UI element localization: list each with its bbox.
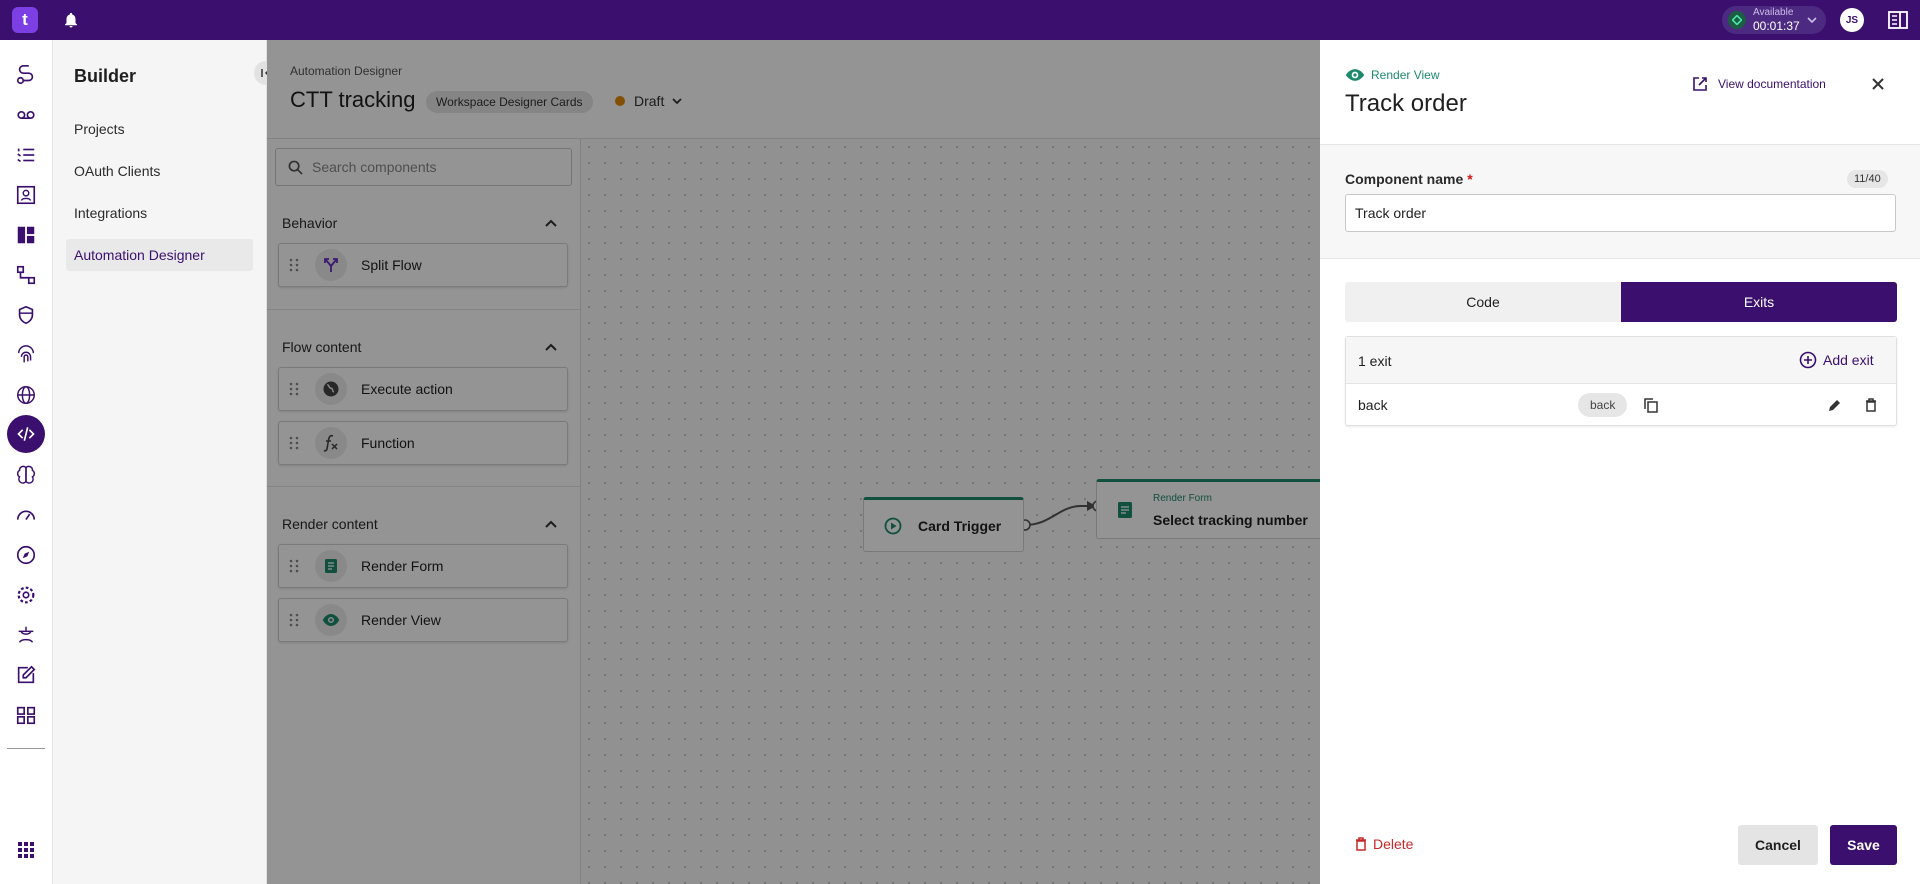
icon-rail — [0, 40, 53, 884]
compass-icon[interactable] — [13, 542, 39, 568]
component-name-label: Component name * — [1345, 171, 1473, 187]
required-mark: * — [1467, 171, 1473, 187]
trash-icon — [1866, 398, 1876, 412]
agent-icon[interactable] — [13, 622, 39, 648]
external-link-icon — [1693, 77, 1707, 91]
side-panel-icon[interactable] — [1888, 11, 1908, 29]
routing-icon[interactable] — [13, 62, 39, 88]
chevron-down-icon — [1807, 17, 1817, 24]
nav-item-automation-designer[interactable]: Automation Designer — [66, 239, 253, 271]
char-counter: 11/40 — [1847, 170, 1888, 188]
delete-label: Delete — [1373, 836, 1414, 852]
bell-icon[interactable] — [62, 11, 80, 29]
exit-tag: back — [1578, 393, 1628, 417]
close-button[interactable] — [1868, 74, 1888, 94]
nav-item-integrations[interactable]: Integrations — [66, 197, 253, 229]
pencil-icon — [1829, 400, 1840, 411]
component-name-field[interactable] — [1345, 194, 1896, 232]
diamond-icon — [1728, 11, 1746, 29]
gear-icon[interactable] — [13, 582, 39, 608]
voicemail-icon[interactable] — [13, 102, 39, 128]
brain-icon[interactable] — [13, 462, 39, 488]
code-icon[interactable] — [7, 415, 45, 453]
avatar[interactable]: JS — [1840, 8, 1864, 32]
exit-name: back — [1358, 397, 1388, 413]
nav-item-projects[interactable]: Projects — [66, 113, 253, 145]
delete-exit-button[interactable] — [1862, 396, 1880, 414]
add-exit-label: Add exit — [1823, 352, 1874, 368]
exits-panel: 1 exit Add exit back back — [1345, 336, 1897, 426]
exits-count: 1 exit — [1358, 353, 1392, 369]
flow-icon[interactable] — [13, 262, 39, 288]
modal-backdrop[interactable] — [267, 40, 1320, 884]
status-timer: 00:01:37 — [1753, 19, 1800, 33]
code-exits-toggle: Code Exits — [1345, 282, 1897, 322]
tab-code[interactable]: Code — [1345, 282, 1621, 322]
fingerprint-icon[interactable] — [13, 342, 39, 368]
speed-icon[interactable] — [13, 502, 39, 528]
globe-icon[interactable] — [13, 382, 39, 408]
view-documentation-link[interactable]: View documentation — [1692, 76, 1826, 92]
shield-icon[interactable] — [13, 302, 39, 328]
status-label: Available — [1753, 7, 1794, 18]
component-drawer: Render View Track order View documentati… — [1320, 40, 1920, 884]
component-name-section: Component name * 11/40 — [1320, 145, 1920, 259]
nav-title: Builder — [74, 66, 137, 86]
save-button[interactable]: Save — [1830, 825, 1897, 865]
drawer-title: Track order — [1345, 90, 1467, 117]
apps-icon[interactable] — [13, 837, 39, 863]
close-icon — [1872, 78, 1884, 90]
trash-icon — [1356, 837, 1366, 851]
exits-header: 1 exit Add exit — [1346, 337, 1896, 384]
add-circle-icon — [1799, 351, 1817, 369]
cancel-button[interactable]: Cancel — [1738, 825, 1818, 865]
top-bar: t Available 00:01:37 JS — [0, 0, 1920, 40]
doc-link-label: View documentation — [1718, 77, 1826, 91]
component-type-label: Render View — [1371, 68, 1440, 82]
exit-row: back back — [1346, 384, 1896, 426]
copy-icon — [1644, 397, 1658, 413]
availability-status[interactable]: Available 00:01:37 — [1722, 6, 1826, 34]
list-icon[interactable] — [13, 142, 39, 168]
dashboard-icon[interactable] — [13, 222, 39, 248]
component-type: Render View — [1345, 68, 1439, 82]
eye-icon — [1345, 69, 1365, 81]
edit-icon[interactable] — [13, 662, 39, 688]
drawer-header: Render View Track order View documentati… — [1320, 40, 1920, 145]
edit-exit-button[interactable] — [1826, 396, 1844, 414]
copy-button[interactable] — [1642, 396, 1660, 414]
add-exit-button[interactable]: Add exit — [1799, 351, 1874, 369]
contacts-icon[interactable] — [13, 182, 39, 208]
rail-divider — [7, 748, 45, 749]
delete-button[interactable]: Delete — [1355, 836, 1413, 852]
app-logo[interactable]: t — [12, 7, 38, 33]
nav-item-oauth-clients[interactable]: OAuth Clients — [66, 155, 253, 187]
builder-nav: Builder Projects OAuth Clients Integrati… — [53, 40, 278, 884]
grid-icon[interactable] — [13, 702, 39, 728]
tab-exits[interactable]: Exits — [1621, 282, 1897, 322]
